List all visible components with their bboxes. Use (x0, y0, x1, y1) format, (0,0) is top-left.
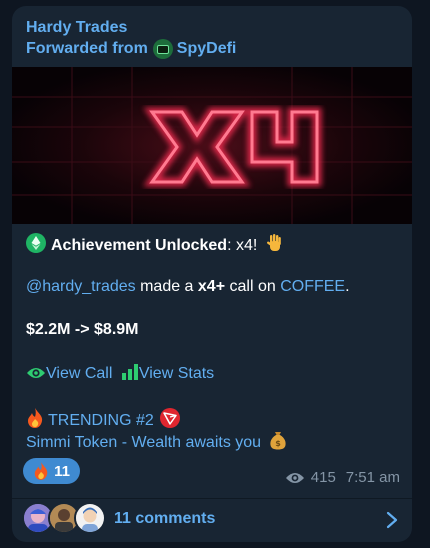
channel-name[interactable]: Hardy Trades (26, 18, 236, 38)
price-range: $2.2M -> $8.9M (26, 321, 139, 338)
action-links: View Call View Stats (26, 364, 214, 386)
achievement-label: Achievement Unlocked (51, 237, 228, 254)
view-stats-link[interactable]: View Stats (121, 364, 215, 382)
forwarded-prefix: Forwarded from (26, 40, 148, 57)
call-multiplier: x4+ (197, 278, 226, 295)
call-text-2: call on (225, 278, 281, 295)
message-meta: 415 7:51 am (285, 469, 400, 486)
fire-reaction-button[interactable]: 11 (23, 458, 80, 484)
commenter-avatar (74, 502, 106, 534)
call-line: @hardy_trades made a x4+ call on COFFEE. (26, 277, 350, 297)
ad-line: Simmi Token - Wealth awaits you $ (26, 430, 287, 456)
achievement-value: : x4! (227, 237, 258, 254)
money-bag-icon: $ (269, 430, 287, 456)
mention-link[interactable]: @hardy_trades (26, 278, 136, 295)
message-bubble: Hardy Trades Forwarded from SpyDefi Achi… (12, 6, 412, 542)
reaction-count: 11 (54, 462, 70, 480)
forwarded-from[interactable]: Forwarded from SpyDefi (26, 38, 236, 60)
call-text-end: . (345, 278, 350, 295)
spydefi-avatar-icon (152, 39, 173, 59)
view-count: 415 (310, 469, 336, 486)
eye-icon (285, 471, 305, 485)
waving-hand-icon (265, 233, 285, 259)
view-call-link[interactable]: View Call (26, 365, 117, 382)
comments-label[interactable]: 11 comments (114, 510, 215, 528)
bar-chart-icon (121, 364, 139, 386)
fire-icon (33, 462, 49, 480)
message-header: Hardy Trades Forwarded from SpyDefi (26, 18, 236, 60)
media-image[interactable] (12, 67, 412, 224)
view-stats-label: View Stats (138, 365, 215, 382)
message-time: 7:51 am (345, 469, 400, 486)
trending-label[interactable]: TRENDING #2 (48, 412, 154, 429)
call-text-1: made a (135, 278, 198, 295)
svg-text:$: $ (275, 439, 281, 448)
forwarded-source[interactable]: SpyDefi (177, 38, 237, 60)
achievement-line: Achievement Unlocked: x4! (26, 233, 285, 259)
view-call-label: View Call (46, 365, 113, 382)
chevron-right-icon[interactable] (386, 511, 398, 534)
token-link[interactable]: COFFEE (280, 278, 345, 295)
eye-icon (26, 366, 46, 386)
ad-link[interactable]: Simmi Token - Wealth awaits you (26, 434, 261, 451)
ethereum-icon (26, 233, 46, 259)
